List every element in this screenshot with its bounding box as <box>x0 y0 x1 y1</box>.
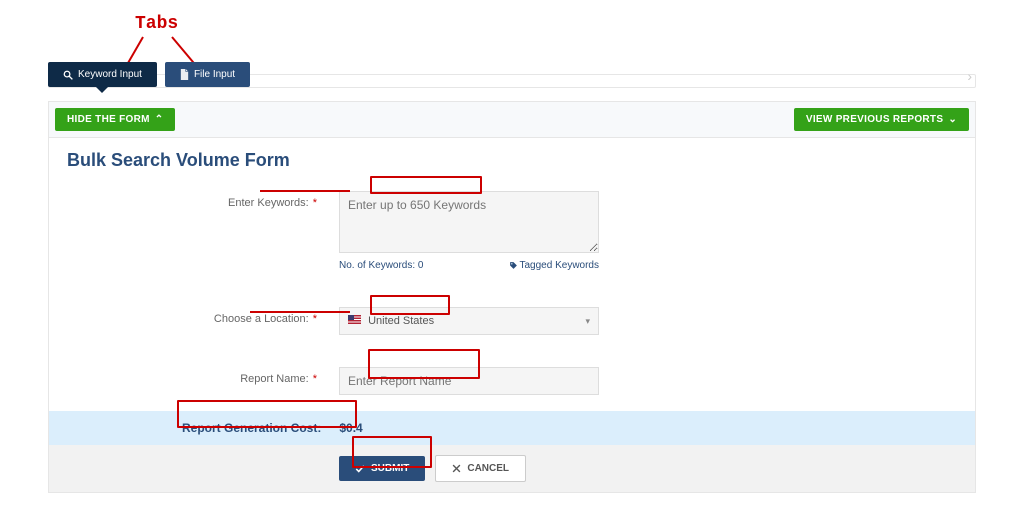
active-tab-indicator <box>96 87 108 93</box>
tab-file-input[interactable]: File Input <box>165 62 250 87</box>
cost-label: Report Generation Cost: <box>182 421 321 435</box>
location-label: Choose a Location: * <box>67 307 317 325</box>
tab-keyword-input[interactable]: Keyword Input <box>48 62 157 87</box>
tab-label: Keyword Input <box>78 70 142 80</box>
cost-bar: Report Generation Cost: $0.4 <box>49 411 975 445</box>
form-toggle-bar: HIDE THE FORM ⌃ VIEW PREVIOUS REPORTS ⌄ <box>48 101 976 138</box>
form-panel: Bulk Search Volume Form Enter Keywords: *… <box>48 138 976 493</box>
report-name-label: Report Name: * <box>67 367 317 385</box>
label-text: Enter Keywords: <box>228 197 309 209</box>
row-report-name: Report Name: * <box>67 359 957 403</box>
required-mark: * <box>313 197 317 209</box>
tab-label: File Input <box>194 70 235 80</box>
view-previous-reports-button[interactable]: VIEW PREVIOUS REPORTS ⌄ <box>794 108 969 131</box>
required-mark: * <box>313 313 317 325</box>
selected-value: United States <box>368 315 434 327</box>
search-icon <box>63 70 73 80</box>
keywords-count: No. of Keywords: 0 <box>339 260 423 271</box>
button-label: HIDE THE FORM <box>67 114 150 125</box>
label-text: Report Name: <box>240 373 308 385</box>
chevron-down-icon: ▾ <box>585 316 590 327</box>
report-name-input[interactable] <box>339 367 599 395</box>
check-icon <box>355 464 365 474</box>
tabs-container: › Keyword Input File Input <box>48 62 976 87</box>
page-title: Bulk Search Volume Form <box>67 150 957 171</box>
keywords-input[interactable] <box>339 191 599 253</box>
cost-value: $0.4 <box>339 421 362 435</box>
chevron-down-icon: ⌄ <box>948 114 957 125</box>
required-mark: * <box>313 373 317 385</box>
chevron-up-icon: ⌃ <box>155 114 164 125</box>
hide-form-button[interactable]: HIDE THE FORM ⌃ <box>55 108 175 131</box>
button-label: CANCEL <box>467 463 509 474</box>
link-text: Tagged Keywords <box>520 260 600 271</box>
action-bar: SUBMIT CANCEL <box>49 445 975 492</box>
button-label: SUBMIT <box>371 463 409 474</box>
label-text: Choose a Location: <box>214 313 309 325</box>
flag-us-icon <box>348 315 361 324</box>
tag-icon <box>509 261 518 270</box>
annotation-tabs-label: Tabs <box>135 14 178 34</box>
location-select[interactable]: United States ▾ <box>339 307 599 335</box>
file-icon <box>180 69 189 80</box>
row-keywords: Enter Keywords: * No. of Keywords: 0 Tagg… <box>67 183 957 279</box>
tagged-keywords-link[interactable]: Tagged Keywords <box>509 260 600 271</box>
submit-button[interactable]: SUBMIT <box>339 456 425 481</box>
button-label: VIEW PREVIOUS REPORTS <box>806 114 943 125</box>
chevron-right-icon: › <box>967 68 972 84</box>
x-icon <box>452 464 461 473</box>
keywords-label: Enter Keywords: * <box>67 191 317 209</box>
row-location: Choose a Location: * United States ▾ <box>67 299 957 343</box>
cancel-button[interactable]: CANCEL <box>435 455 526 482</box>
